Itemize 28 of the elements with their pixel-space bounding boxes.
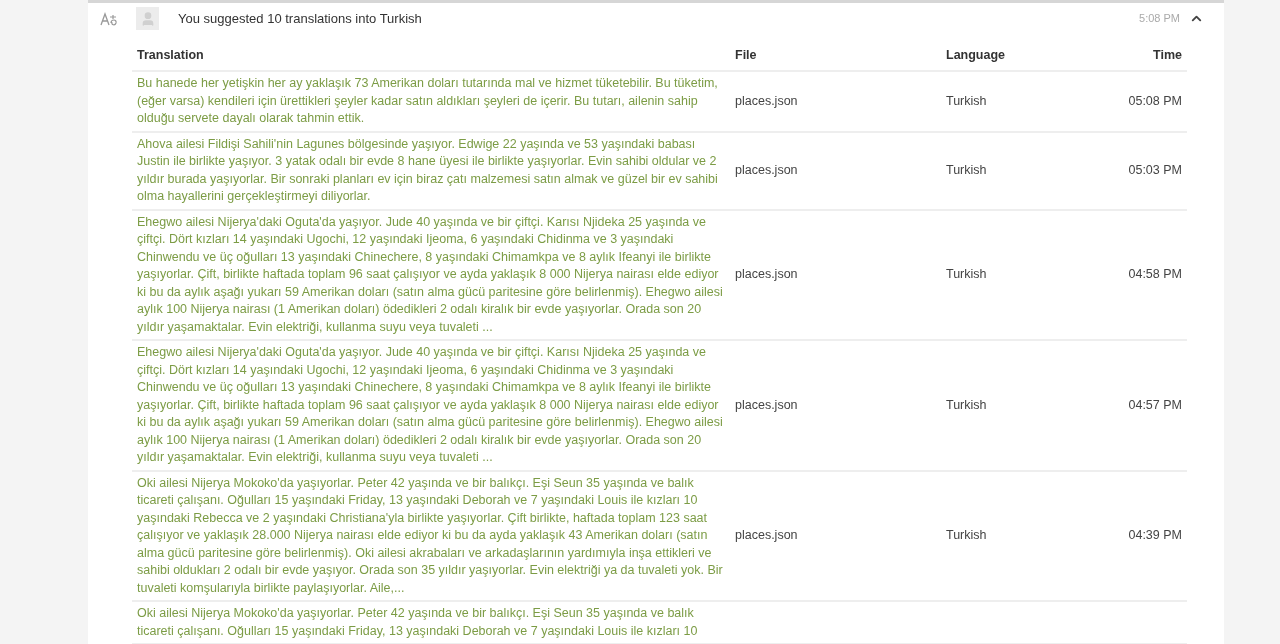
translation-text: Oki ailesi Nijerya Mokoko'da yaşıyorlar. Peter 42 yaşında ve bir balıkçı. Eşi Seun 35 yaşında ve balık ticareti çalışanı. Oğulları 15 yaşındaki Friday, 13 yaşındaki Deborah ve 7 yaşındaki Louis ile kızları 10 yaşındaki Rebecca ve 2 yaşındaki Christiana'yla birlikte yaşıyorlar. Çift birlikte, haftada toplam 123 saat çalışıyor ve yaklaşık 28.000 Nijerya nairası elde ediyor ki bu da ayda yaklaşık 43 Amerikan doları (satın alma gücü paritesine göre belirlenmiş). Oki ailesi akrabaları ve arkadaşlarının yardımıyla inşa ettikleri ve sahibi oldukları 2 odalı bir evde yaşıyor. Orada son 35 yıldır yaşıyorlar. Evin elektriği ya da tuvaleti yok. Bir tuvaleti komşularıyla birlikte paylaşıyorlar. Aile,... xyxy=(137,474,724,597)
row-time: 05:08 PM xyxy=(1128,93,1182,108)
language-name: Turkish xyxy=(946,397,987,412)
row-time: 04:39 PM xyxy=(1128,528,1182,543)
row-time: 05:03 PM xyxy=(1128,163,1182,178)
file-name: places.json xyxy=(735,93,798,108)
translation-text: Bu hanede her yetişkin her ay yaklaşık 73 Amerikan doları tutarında mal ve hizmet tüketebilir. Bu tüketim, (eğer varsa) kendileri için ürettikleri şeyler kadar satın aldıkları şeyleri de içerir. Bu tutarı, ailenin sahip olduğu servete dayalı olarak tahmin ettik. xyxy=(137,75,719,127)
column-header: File xyxy=(730,42,941,71)
language-name: Turkish xyxy=(946,267,987,282)
row-time: 04:57 PM xyxy=(1128,397,1182,412)
activity-time: 5:08 PM xyxy=(1139,11,1180,27)
translation-text: Ahova ailesi Fildişi Sahili'nin Lagunes bölgesinde yaşıyor. Edwige 22 yaşında ve 53 yaşındaki babası Justin ile birlikte yaşıyor. 3 yatak odalı bir evde 8 hane üyesi ile birlikte yaşıyorlar. Evin sahibi oldular ve 2 yıldır burada yaşıyorlar. Bir sonraki planları ev için biraz çatı malzemesi satın almak ve güzel bir ev sahibi olma hayallerini gerçekleştirmeyi diliyorlar. xyxy=(137,135,719,205)
translation-text: Ehegwo ailesi Nijerya'daki Oguta'da yaşıyor. Jude 40 yaşında ve bir çiftçi. Karısı Njideka 25 yaşında ve çiftçi. Dört kızları 14 yaşındaki Ugochi, 12 yaşındaki Ijeoma, 6 yaşındaki Chidinma ve 3 yaşındaki Chinwendu ve üç oğulları 13 yaşındaki Chinechere, 8 yaşındaki Chimamkpa ve 8 aylık Ifeanyi ile birlikte yaşıyorlar. Çift, birlikte haftada toplam 96 saat çalışıyor ve ayda yaklaşık 8 000 Nijerya nairası elde ediyor ki bu da aylık aşağı yukarı 59 Amerikan doları (satın alma gücü paritesine göre belirlenmiş). Ehegwo ailesi aylık 100 Nijerya nairası (1 Amerikan doları) ödedikleri 2 odalı kiralık bir evde yaşıyorlar. Orada son 20 yıldır yaşamaktalar. Evin elektriği, kullanma suyu veya tuvaleti ... xyxy=(137,344,724,466)
activity-title: You suggested 10 translations into Turkish xyxy=(178,9,422,28)
file-name: places.json xyxy=(735,267,798,282)
column-header: Translation xyxy=(132,42,730,71)
column-header: Language xyxy=(941,42,1101,71)
row-time: 04:58 PM xyxy=(1128,267,1182,282)
file-name: places.json xyxy=(735,528,798,543)
language-name: Turkish xyxy=(946,528,987,543)
translation-text: Oki ailesi Nijerya Mokoko'da yaşıyorlar. Peter 42 yaşında ve bir balıkçı. Eşi Seun 35 yaşında ve balık ticareti çalışanı. Oğulları 15 yaşındaki Friday, 13 yaşındaki Deborah ve 7 yaşındaki Louis ile kızları 10 xyxy=(137,605,699,640)
file-name: places.json xyxy=(735,397,798,412)
language-name: Turkish xyxy=(946,163,987,178)
file-name: places.json xyxy=(735,163,798,178)
column-header: Time xyxy=(1101,42,1187,71)
translate-icon xyxy=(100,10,118,27)
language-name: Turkish xyxy=(946,93,987,108)
translation-text: Ehegwo ailesi Nijerya'daki Oguta'da yaşıyor. Jude 40 yaşında ve bir çiftçi. Karısı Njideka 25 yaşında ve çiftçi. Dört kızları 14 yaşındaki Ugochi, 12 yaşındaki Ijeoma, 6 yaşındaki Chidinma ve 3 yaşındaki Chinwendu ve üç oğulları 13 yaşındaki Chinechere, 8 yaşındaki Chimamkpa ve 8 aylık Ifeanyi ile birlikte yaşıyorlar. Çift, birlikte haftada toplam 96 saat çalışıyor ve ayda yaklaşık 8 000 Nijerya nairası elde ediyor ki bu da aylık aşağı yukarı 59 Amerikan doları (satın alma gücü paritesine göre belirlenmiş). Ehegwo ailesi aylık 100 Nijerya nairası (1 Amerikan doları) ödedikleri 2 odalı kiralık bir evde yaşıyorlar. Orada son 20 yıldır yaşamaktalar. Evin elektriği, kullanma suyu veya tuvaleti ... xyxy=(137,213,724,336)
